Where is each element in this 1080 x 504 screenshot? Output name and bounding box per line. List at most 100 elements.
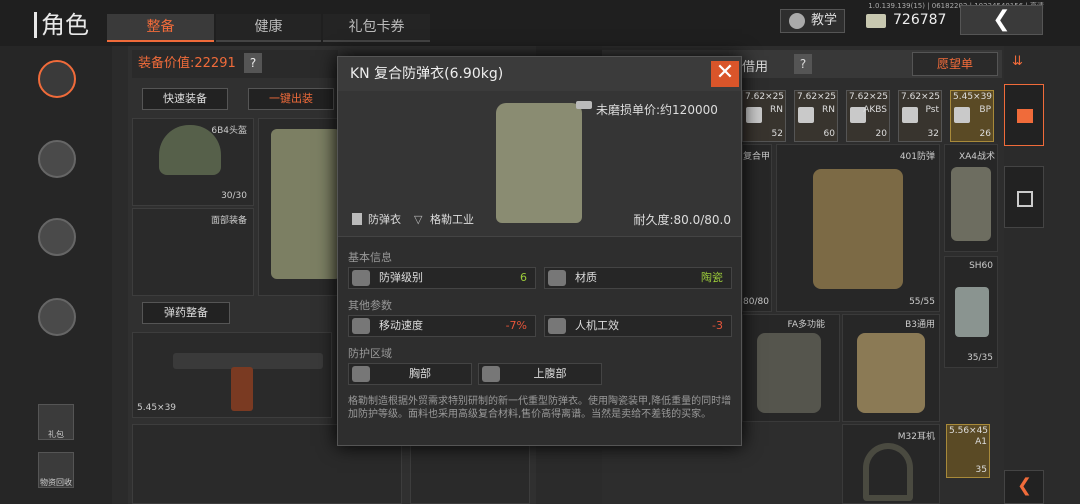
- basic-info-header: 基本信息: [348, 251, 392, 264]
- chevron-left-icon: ❮: [1017, 475, 1033, 496]
- brand-icon: ▽: [414, 213, 423, 226]
- nav-character-icon[interactable]: [38, 60, 76, 98]
- tutorial-button[interactable]: 教学: [780, 9, 845, 33]
- composite-vest-cell[interactable]: 复合甲 80/80: [742, 144, 772, 312]
- item-type: 防弹衣: [368, 213, 401, 226]
- move-speed-label: 移动速度: [379, 319, 423, 332]
- m32-label: M32耳机: [897, 432, 935, 442]
- ammo-code: RN: [770, 105, 783, 115]
- vest-401-image: [813, 169, 903, 289]
- ammo-count: 26: [979, 129, 991, 139]
- chest-icon: [352, 366, 370, 382]
- ammo-code: BP: [979, 105, 991, 115]
- tab-loadout[interactable]: 整备: [107, 14, 214, 42]
- wishlist-button[interactable]: 愿望单: [912, 52, 998, 76]
- collapse-tab[interactable]: ❮: [1004, 470, 1044, 504]
- helmet-slot[interactable]: 6B4头盔 30/30: [132, 118, 254, 206]
- ammo-prep-button[interactable]: 弹药整备: [142, 302, 230, 324]
- ammo-556-count: 35: [975, 465, 987, 475]
- helmet-name: 6B4头盔: [211, 126, 247, 136]
- item-description: 格勒制造根据外贸需求特别研制的新一代重型防弹衣。使用陶瓷装甲,降低重量的同时增加…: [348, 396, 732, 420]
- b3-pouch-cell[interactable]: B3通用: [842, 314, 940, 422]
- ammo-item[interactable]: 7.62×25 RN 60: [794, 90, 838, 142]
- gift-button[interactable]: 礼包: [38, 404, 74, 440]
- b3-pouch-label: B3通用: [905, 320, 935, 330]
- home-icon: [1017, 109, 1033, 123]
- tutorial-label: 教学: [811, 13, 838, 28]
- ammo-item[interactable]: 7.62×25 RN 52: [742, 90, 786, 142]
- close-button[interactable]: ✕: [711, 61, 739, 87]
- shield-icon: [352, 270, 370, 286]
- item-detail-modal: KN 复合防弹衣(6.90kg) ✕ 未磨损单价:约120000 防弹衣 ▽ 格…: [337, 56, 742, 446]
- ammo-count: 20: [875, 129, 887, 139]
- b3-pouch-image: [857, 333, 925, 413]
- sh60-cell[interactable]: SH60 35/35: [944, 256, 998, 368]
- ammo-556-caliber: 5.56×45: [949, 426, 989, 436]
- home-tab[interactable]: [1004, 84, 1044, 146]
- helmet-durability: 30/30: [221, 191, 247, 201]
- ammo-item[interactable]: 7.62×25 AKBS 20: [846, 90, 890, 142]
- tab-gift-cards[interactable]: 礼包卡券: [323, 14, 430, 42]
- currency-amount: 726787: [893, 12, 947, 28]
- fa-pouch-label: FA多功能: [787, 320, 825, 330]
- recycle-button[interactable]: 物资回收: [38, 452, 74, 488]
- composite-vest-label: 复合甲: [743, 152, 771, 162]
- gun-icon: [548, 318, 566, 334]
- vest-type-icon: [352, 213, 362, 225]
- ammo-caliber: 7.62×25: [901, 92, 941, 102]
- storage-help-button[interactable]: ?: [794, 54, 812, 74]
- one-key-equip-button[interactable]: 一键出装: [248, 88, 334, 110]
- help-button[interactable]: ?: [244, 53, 262, 73]
- abdomen-label: 上腹部: [533, 367, 567, 380]
- running-icon: [352, 318, 370, 334]
- weapon-caliber: 5.45×39: [137, 403, 177, 413]
- tab-health[interactable]: 健康: [216, 14, 321, 42]
- box-tab[interactable]: [1004, 166, 1044, 228]
- back-button[interactable]: ❮: [960, 5, 1043, 35]
- ammo-code: RN: [822, 105, 835, 115]
- item-brand: 格勒工业: [430, 213, 474, 226]
- material-icon: [548, 270, 566, 286]
- primary-weapon-slot[interactable]: 5.45×39: [132, 332, 332, 418]
- fa-pouch-cell[interactable]: FA多功能: [742, 314, 840, 422]
- nav-storage-icon[interactable]: [38, 298, 76, 336]
- m32-headset-cell[interactable]: M32耳机: [842, 424, 940, 504]
- sh60-count: 35/35: [967, 353, 993, 363]
- ammo-item[interactable]: 7.62×25 Pst 32: [898, 90, 942, 142]
- vest-image: [496, 103, 582, 223]
- material-value: 陶瓷: [701, 271, 723, 284]
- xa4-cell[interactable]: XA4战术: [944, 144, 998, 252]
- vest-401-label: 401防弹: [899, 152, 935, 162]
- armor-level-value: 6: [520, 271, 527, 284]
- page-title: 角色: [34, 12, 89, 38]
- protection-zone-header: 防护区域: [348, 347, 392, 360]
- ammo-caliber: 5.45×39: [953, 92, 993, 102]
- headset-image: [863, 443, 913, 501]
- face-slot[interactable]: 面部装备: [132, 208, 254, 296]
- ergonomics-label: 人机工效: [575, 319, 619, 332]
- vest-401-durability: 55/55: [909, 297, 935, 307]
- armor-level-row: 防弹级别 6: [348, 267, 536, 289]
- quick-equip-button[interactable]: 快速装备: [142, 88, 228, 110]
- ammo-icon: [798, 107, 814, 123]
- ammo-caliber: 7.62×25: [797, 92, 837, 102]
- ammo-code: AKBS: [863, 105, 887, 115]
- body-armor-slot[interactable]: [258, 118, 348, 296]
- sh60-label: SH60: [969, 261, 993, 271]
- other-params-header: 其他参数: [348, 299, 392, 312]
- sort-icon[interactable]: ⇊: [1012, 54, 1023, 69]
- nav-skills-icon[interactable]: [38, 218, 76, 256]
- ammo-caliber: 7.62×25: [849, 92, 889, 102]
- box-icon: [1017, 191, 1033, 207]
- modal-hero: 未磨损单价:约120000 防弹衣 ▽ 格勒工业 耐久度:80.0/80.0: [338, 91, 741, 237]
- ammo-556-code: A1: [975, 437, 987, 447]
- tag-icon: [576, 101, 592, 109]
- armor-image: [271, 129, 341, 279]
- item-durability: 耐久度:80.0/80.0: [633, 213, 731, 227]
- nav-gear-icon[interactable]: [38, 140, 76, 178]
- armor-level-label: 防弹级别: [379, 271, 423, 284]
- ammo-556-item[interactable]: 5.56×45 A1 35: [946, 424, 990, 478]
- vest-401-cell[interactable]: 401防弹 55/55: [776, 144, 940, 312]
- person-icon: [789, 13, 805, 29]
- ammo-item[interactable]: 5.45×39 BP 26: [950, 90, 994, 142]
